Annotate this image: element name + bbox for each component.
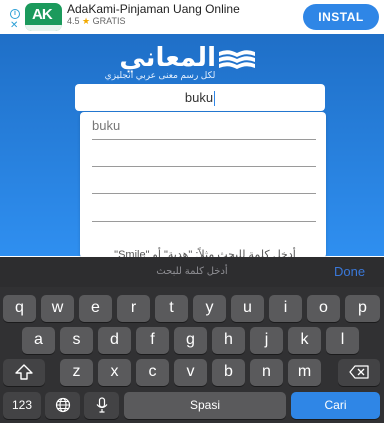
key-d[interactable]: d: [98, 327, 131, 354]
key-u[interactable]: u: [231, 295, 264, 322]
ad-app-name[interactable]: AdaKami-Pinjaman Uang Online: [67, 2, 240, 16]
key-f[interactable]: f: [136, 327, 169, 354]
key-b[interactable]: b: [212, 359, 245, 386]
key-i[interactable]: i: [269, 295, 302, 322]
key-q[interactable]: q: [3, 295, 36, 322]
shift-icon[interactable]: [3, 359, 45, 386]
key-v[interactable]: v: [174, 359, 207, 386]
ad-rating-line: 4.5 ★ GRATIS: [67, 16, 125, 27]
key-k[interactable]: k: [288, 327, 321, 354]
suggestion-item[interactable]: buku: [92, 112, 316, 140]
star-icon: ★: [82, 16, 91, 26]
key-z[interactable]: z: [60, 359, 93, 386]
key-y[interactable]: y: [193, 295, 226, 322]
key-o[interactable]: o: [307, 295, 340, 322]
key-s[interactable]: s: [60, 327, 93, 354]
ad-banner[interactable]: i ✕ AK AdaKami-Pinjaman Uang Online 4.5 …: [0, 0, 384, 34]
ad-logo-strip: [25, 25, 62, 31]
key-w[interactable]: w: [41, 295, 74, 322]
key-x[interactable]: x: [98, 359, 131, 386]
brand-name: المعاني: [119, 42, 216, 72]
book-logo-icon: [219, 50, 255, 69]
keyboard-hint: أدخل كلمة للبحث: [156, 266, 228, 277]
suggestion-dropdown: buku: [80, 112, 326, 258]
key-n[interactable]: n: [250, 359, 283, 386]
text-caret: [214, 91, 216, 107]
backspace-icon[interactable]: [338, 359, 380, 386]
keyboard: q w e r t y u i o p a s d f g h j k l z …: [0, 287, 384, 423]
key-g[interactable]: g: [174, 327, 207, 354]
key-a[interactable]: a: [22, 327, 55, 354]
suggestion-item[interactable]: [92, 167, 316, 194]
key-m[interactable]: m: [288, 359, 321, 386]
ad-app-logo[interactable]: AK: [25, 3, 62, 31]
ad-logo-mark: AK: [32, 6, 53, 23]
keyboard-accessory-bar: أدخل كلمة للبحث Done: [0, 257, 384, 287]
brand-tagline: لكل رسم معنى عربي انجليزي: [104, 70, 216, 80]
ad-rating-value: 4.5: [67, 16, 80, 26]
install-button[interactable]: INSTAL: [303, 4, 379, 30]
info-icon[interactable]: i: [10, 9, 20, 19]
suggestion-item[interactable]: [92, 140, 316, 167]
globe-icon[interactable]: [45, 392, 80, 419]
search-key[interactable]: Cari: [291, 392, 380, 419]
key-e[interactable]: e: [79, 295, 112, 322]
search-input[interactable]: buku: [75, 84, 325, 111]
ad-price: GRATIS: [92, 16, 126, 26]
app-header: المعاني لكل رسم معنى عربي انجليزي buku b…: [0, 34, 384, 258]
microphone-icon[interactable]: [84, 392, 119, 419]
suggestion-item[interactable]: [92, 194, 316, 222]
key-j[interactable]: j: [250, 327, 283, 354]
key-c[interactable]: c: [136, 359, 169, 386]
close-icon[interactable]: ✕: [10, 21, 18, 31]
key-t[interactable]: t: [155, 295, 188, 322]
key-l[interactable]: l: [326, 327, 359, 354]
key-r[interactable]: r: [117, 295, 150, 322]
numbers-key[interactable]: 123: [3, 392, 41, 419]
search-input-value: buku: [184, 90, 214, 105]
key-h[interactable]: h: [212, 327, 245, 354]
key-p[interactable]: p: [345, 295, 380, 322]
done-button[interactable]: Done: [334, 257, 365, 287]
space-key[interactable]: Spasi: [124, 392, 286, 419]
